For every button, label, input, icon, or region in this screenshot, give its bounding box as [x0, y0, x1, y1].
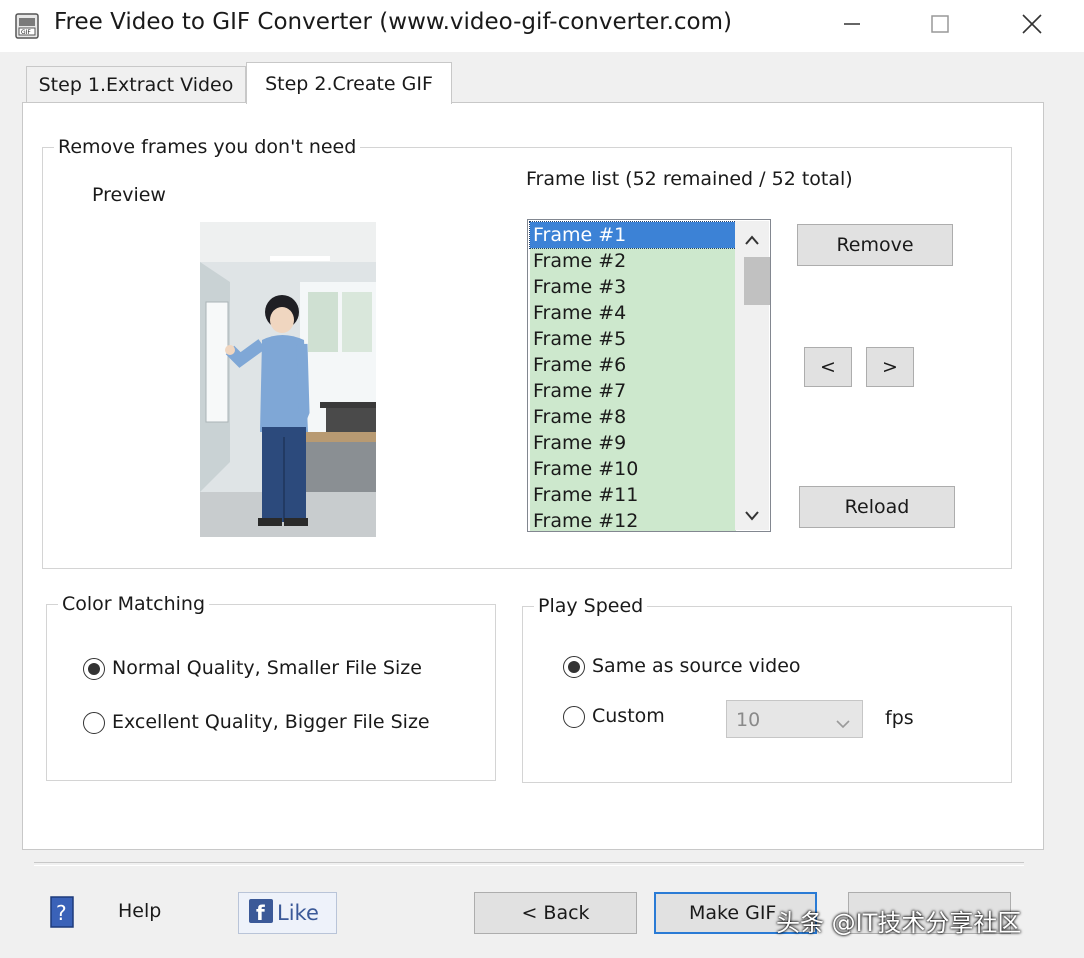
tab-extract-video[interactable]: Step 1.Extract Video [26, 66, 246, 102]
list-item[interactable]: Frame #12 [530, 508, 736, 531]
play-speed-group [522, 606, 1012, 783]
window-title: Free Video to GIF Converter (www.video-g… [54, 9, 732, 35]
help-label[interactable]: Help [118, 900, 161, 922]
help-icon[interactable]: ? [50, 896, 74, 932]
list-item[interactable]: Frame #11 [530, 482, 736, 508]
list-item[interactable]: Frame #6 [530, 352, 736, 378]
color-matching-legend: Color Matching [58, 593, 210, 615]
fps-select[interactable]: 10 [726, 700, 863, 738]
minimize-icon [842, 14, 862, 38]
same-as-source-radio[interactable] [563, 656, 585, 678]
radio-dot [88, 663, 100, 675]
tab-create-gif[interactable]: Step 2.Create GIF [246, 62, 452, 104]
svg-text:f: f [256, 901, 265, 923]
list-item[interactable]: Frame #2 [530, 248, 736, 274]
svg-text:GIF: GIF [21, 29, 31, 36]
list-item[interactable]: Frame #1 [529, 221, 737, 249]
list-item[interactable]: Frame #3 [530, 274, 736, 300]
excellent-quality-radio[interactable] [83, 712, 105, 734]
color-matching-group [46, 604, 496, 781]
list-item[interactable]: Frame #5 [530, 326, 736, 352]
close-icon [1021, 13, 1043, 39]
excellent-quality-label[interactable]: Excellent Quality, Bigger File Size [112, 711, 430, 733]
tab-label: Step 1.Extract Video [38, 73, 234, 96]
back-button[interactable]: < Back [474, 892, 637, 934]
scrollbar-thumb[interactable] [744, 257, 770, 305]
list-item[interactable]: Frame #7 [530, 378, 736, 404]
preview-label: Preview [92, 184, 166, 206]
frame-list-items: Frame #1 Frame #2 Frame #3 Frame #4 Fram… [529, 221, 737, 531]
title-bar: GIF Free Video to GIF Converter (www.vid… [0, 0, 1084, 52]
chevron-up-icon[interactable] [744, 231, 760, 250]
chevron-down-icon [835, 714, 851, 733]
frames-group-legend: Remove frames you don't need [54, 136, 361, 158]
remove-button[interactable]: Remove [797, 224, 953, 266]
list-item[interactable]: Frame #4 [530, 300, 736, 326]
minimize-button[interactable] [822, 0, 882, 52]
frame-list-scrollbar[interactable] [735, 221, 770, 530]
svg-text:?: ? [56, 901, 67, 925]
play-speed-legend: Play Speed [534, 595, 648, 617]
fps-unit-label: fps [885, 707, 914, 729]
frame-list-label: Frame list (52 remained / 52 total) [526, 168, 853, 190]
watermark-text: 头条 @IT技术分享社区 [776, 909, 1022, 937]
frame-listbox[interactable]: Frame #1 Frame #2 Frame #3 Frame #4 Fram… [527, 219, 771, 532]
maximize-icon [930, 14, 950, 38]
normal-quality-label[interactable]: Normal Quality, Smaller File Size [112, 657, 422, 679]
custom-speed-radio[interactable] [563, 706, 585, 728]
previous-frame-button[interactable]: < [804, 347, 852, 387]
fps-select-value: 10 [736, 709, 761, 731]
like-label: Like [277, 901, 319, 925]
frame-preview-image [200, 222, 376, 537]
same-as-source-label[interactable]: Same as source video [592, 655, 801, 677]
facebook-like-button[interactable]: f Like [238, 892, 337, 934]
reload-button[interactable]: Reload [799, 486, 955, 528]
radio-dot [568, 661, 580, 673]
facebook-icon: f [249, 898, 273, 928]
tab-label: Step 2.Create GIF [265, 72, 433, 95]
chevron-down-icon[interactable] [744, 507, 760, 526]
gif-app-icon: GIF [14, 12, 42, 40]
next-frame-button[interactable]: > [866, 347, 914, 387]
close-button[interactable] [1002, 0, 1062, 52]
footer-separator [34, 862, 1024, 866]
list-item[interactable]: Frame #10 [530, 456, 736, 482]
normal-quality-radio[interactable] [83, 658, 105, 680]
maximize-button[interactable] [910, 0, 970, 52]
list-item[interactable]: Frame #8 [530, 404, 736, 430]
custom-speed-label[interactable]: Custom [592, 705, 665, 727]
list-item[interactable]: Frame #9 [530, 430, 736, 456]
